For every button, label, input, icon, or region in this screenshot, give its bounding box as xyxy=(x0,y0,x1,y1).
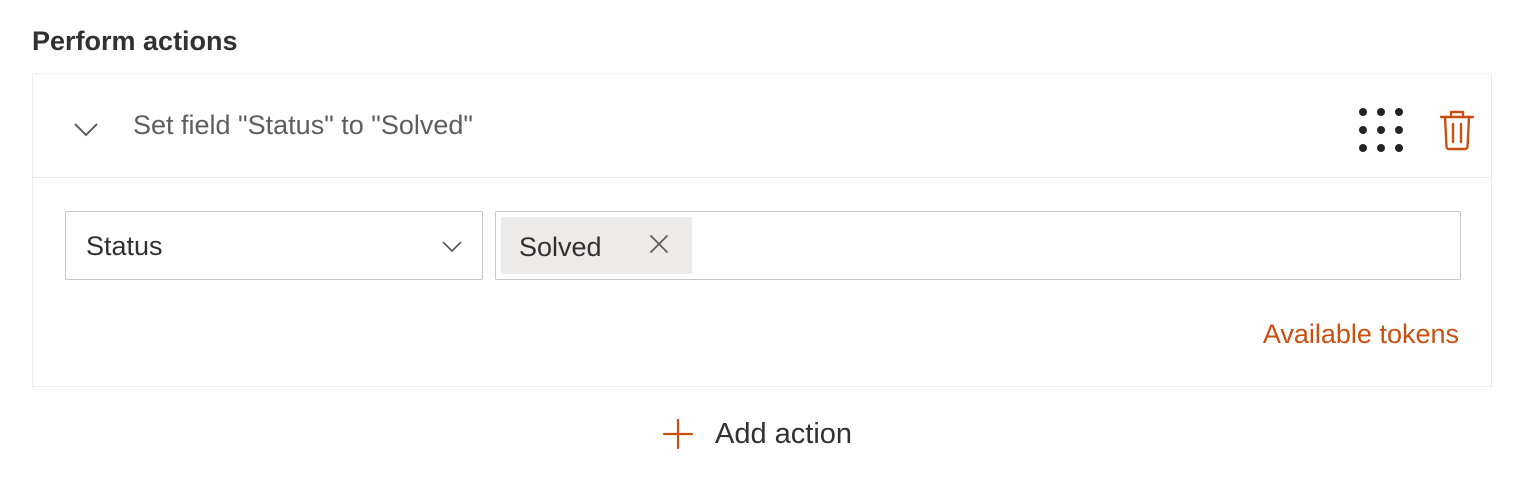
value-tag-input[interactable]: Solved xyxy=(495,211,1461,280)
close-icon xyxy=(650,235,668,253)
trash-icon xyxy=(1439,110,1475,151)
chevron-down-icon xyxy=(442,241,462,253)
delete-action-button[interactable] xyxy=(1437,108,1477,152)
available-tokens-link[interactable]: Available tokens xyxy=(1263,319,1459,350)
add-action-label: Add action xyxy=(715,417,853,450)
add-action-button[interactable]: Add action xyxy=(662,412,852,456)
field-dropdown-value: Status xyxy=(86,231,163,261)
drag-handle-icon xyxy=(1359,108,1403,152)
value-tag-label: Solved xyxy=(519,232,602,262)
section-title: Perform actions xyxy=(32,26,238,56)
field-dropdown[interactable]: Status xyxy=(65,211,483,280)
remove-tag-button[interactable] xyxy=(647,232,671,256)
plus-icon xyxy=(662,418,694,450)
action-header: Set field "Status" to "Solved" xyxy=(33,74,1491,178)
action-card: Set field "Status" to "Solved" Status So… xyxy=(32,73,1492,387)
action-summary: Set field "Status" to "Solved" xyxy=(133,110,474,140)
chevron-down-icon xyxy=(74,123,98,137)
drag-handle[interactable] xyxy=(1355,106,1407,154)
perform-actions-panel: Perform actions Set field "Status" to "S… xyxy=(0,0,1530,490)
collapse-action-button[interactable] xyxy=(69,112,103,146)
value-tag: Solved xyxy=(501,217,692,274)
